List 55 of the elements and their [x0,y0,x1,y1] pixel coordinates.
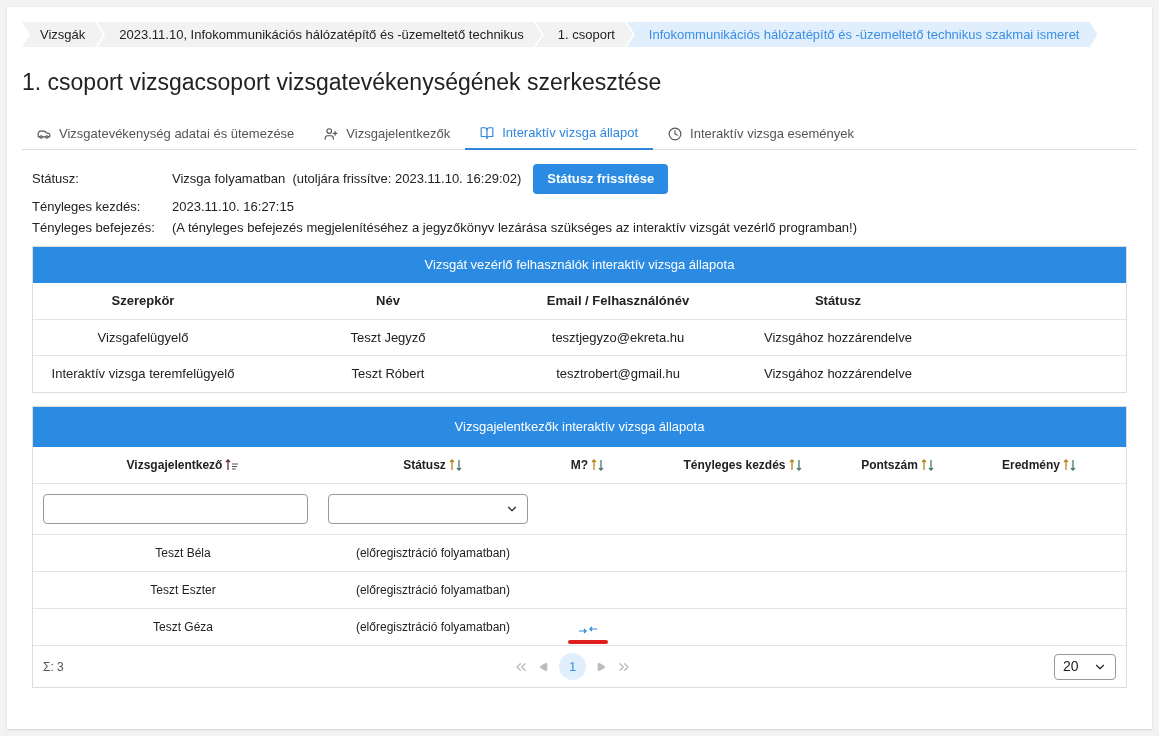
sort-icon[interactable] [1063,458,1077,472]
page-title: 1. csoport vizsgacsoport vizsgatevékenységének szerkesztése [22,68,663,97]
table-cell-text: Teszt Géza [153,619,213,636]
column-header[interactable]: Vizsgajelentkező [126,456,223,474]
page-size-dropdown[interactable]: 20 [1054,653,1116,680]
column-header: Státusz [713,283,963,320]
sort-icon[interactable] [591,458,606,472]
tab[interactable]: Interaktív vizsga állapot [465,117,654,150]
column-header[interactable]: Státusz [403,456,446,474]
sort-icon[interactable] [448,458,463,472]
table-cell-text: (előregisztráció folyamatban) [355,619,511,636]
table-header-bar: Vizsgát vezérlő felhasználók interaktív vizsga állapota [33,247,1126,283]
tab[interactable]: Interaktív vizsga események [653,117,870,150]
connection-warning-icon [567,625,609,647]
column-header[interactable]: M? [570,456,589,474]
breadcrumb-item[interactable]: 1. csoport [535,22,633,47]
column-header[interactable]: Tényleges kezdés [683,456,786,474]
table-cell-text: (előregisztráció folyamatban) [355,545,511,562]
refresh-status-button[interactable]: Státusz frissítése [533,164,669,194]
column-header: Email / Felhasználónév [523,283,713,320]
table-cell-text: Vizsgához hozzárendelve [764,328,912,347]
column-header[interactable]: Pontszám [861,456,918,474]
table-cell-text: Vizsgafelügyelő [97,328,189,347]
table-cell-text: Interaktív vizsga teremfelügyelő [51,365,235,384]
status-filter-dropdown[interactable] [328,494,528,524]
table-cell-text: tesztrobert@gmail.hu [556,365,680,384]
table-cell-text: Teszt Róbert [351,365,425,384]
table-cell-text: (előregisztráció folyamatban) [355,582,511,599]
table-cell-text: Vizsgához hozzárendelve [764,365,912,384]
user-plus-icon [324,126,339,141]
breadcrumb-item[interactable]: Vizsgák [22,22,104,47]
table-cell-text: Teszt Béla [155,545,211,562]
table-cell-text: Teszt Jegyző [350,328,426,347]
total-count: Σ: 3 [43,658,65,676]
name-filter-field[interactable] [43,494,308,524]
table-cell-text: Teszt Eszter [150,582,216,599]
field-value: 2023.11.10. 16:27:15 [172,197,294,216]
column-header[interactable]: Eredmény [1002,456,1060,474]
book-icon [480,125,495,140]
column-header: Név [253,283,523,320]
tab[interactable]: Vizsgatevékenység adatai és ütemezése [22,117,310,150]
sort-icon[interactable] [920,458,935,472]
sort-ascending-icon[interactable] [225,458,240,472]
table-cell-text: tesztjegyzo@ekreta.hu [551,328,685,347]
field-value: Vizsga folyamatban (utoljára frissítve: 2023.11.10. 16:29:02) [172,170,522,189]
field-value: (A tényleges befejezés megjelenítéséhez a jegyzőkönyv lezárása szükséges az interaktív vizsgát vezérlő programban!) [172,218,858,237]
field-label: Tényleges kezdés: [32,197,142,216]
clock-icon [668,126,683,141]
field-label: Státusz: [32,170,80,189]
table-header-bar: Vizsgajelentkezők interaktív vizsga állapota [33,407,1126,447]
field-label: Tényleges befejezés: [32,218,156,237]
sort-icon[interactable] [788,458,803,472]
tab[interactable]: Vizsgajelentkezők [309,117,466,150]
breadcrumb-item[interactable]: 2023.11.10, Infokommunikációs hálózatépítő és -üzemeltető technikus [97,22,542,47]
column-header: Szerepkör [33,283,253,320]
